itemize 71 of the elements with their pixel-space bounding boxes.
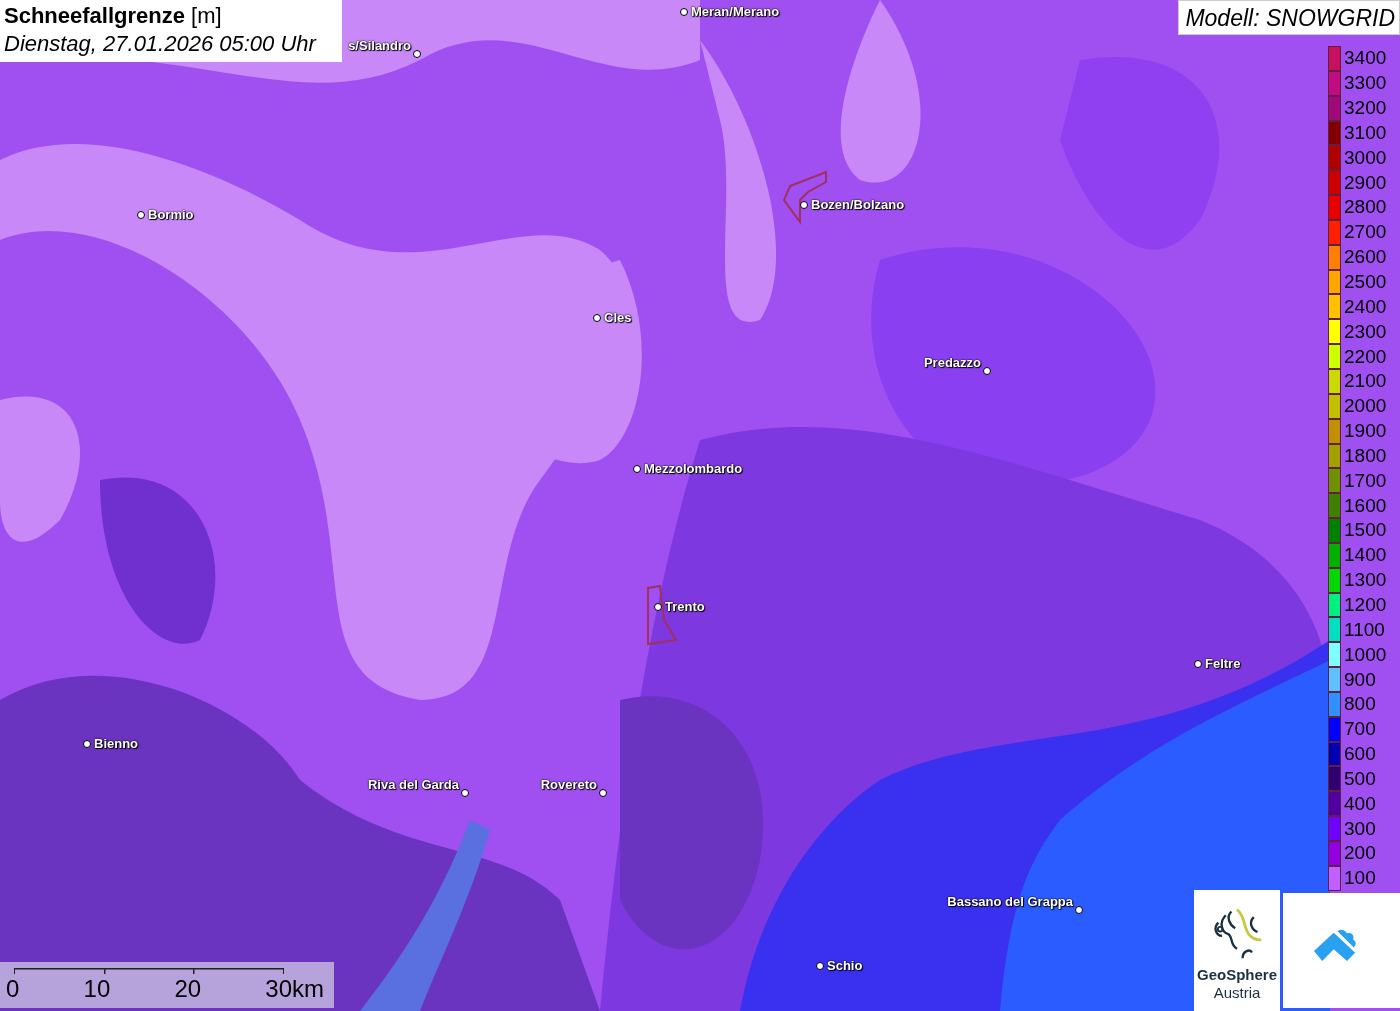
legend-label: 3100 <box>1343 122 1387 143</box>
city-label: Trento <box>665 599 705 614</box>
legend-label: 600 <box>1343 744 1376 765</box>
city-marker <box>680 8 688 16</box>
legend-label: 1500 <box>1343 520 1387 541</box>
city-marker <box>654 603 662 611</box>
city-marker <box>413 50 421 58</box>
map-title: Schneefallgrenze [m] <box>4 2 223 30</box>
legend-label: 1200 <box>1343 595 1387 615</box>
model-label: Modell: SNOWGRID <box>1178 0 1400 35</box>
legend-label: 2700 <box>1343 222 1387 243</box>
legend-label: 800 <box>1343 694 1376 715</box>
city-marker <box>800 201 808 209</box>
legend-label: 3400 <box>1343 48 1387 69</box>
city-marker <box>599 789 607 797</box>
city-marker <box>633 465 641 473</box>
legend-label: 1900 <box>1343 421 1387 442</box>
legend-label: 2000 <box>1343 396 1387 417</box>
city-label: Bozen/Bolzano <box>811 197 905 212</box>
city-marker <box>1194 660 1202 668</box>
legend-label: 1400 <box>1343 545 1387 566</box>
city-marker <box>593 314 601 322</box>
legend-label: 500 <box>1343 768 1376 789</box>
scale-label: 30km <box>265 974 324 1004</box>
city-marker <box>816 962 824 970</box>
forecast-datetime: Dienstag, 27.01.2026 05:00 Uhr <box>4 30 318 58</box>
city-label: Meran/Merano <box>691 4 780 19</box>
legend-label: 3200 <box>1343 98 1387 119</box>
city-marker <box>1075 906 1083 914</box>
legend-label: 900 <box>1343 669 1376 690</box>
scale-label: 20 <box>174 974 202 1004</box>
legend-label: 1800 <box>1343 445 1387 466</box>
legend-label: 2600 <box>1343 247 1387 268</box>
city-label: Mezzolombardo <box>644 461 743 476</box>
logo-text: Austria <box>1213 984 1261 1002</box>
legend-label: 1300 <box>1343 570 1387 591</box>
city-label: Bienno <box>94 736 139 751</box>
city-label: Rovereto <box>540 777 597 792</box>
scale-label: 0 <box>6 974 20 1004</box>
city-label: Schio <box>827 958 863 973</box>
city-marker <box>461 789 469 797</box>
legend-label: 700 <box>1343 719 1376 740</box>
city-label: Feltre <box>1205 656 1241 671</box>
legend-label: 1100 <box>1343 619 1385 640</box>
legend-label: 3000 <box>1343 147 1387 168</box>
city-label: Bassano del Grappa <box>947 894 1073 909</box>
city-marker <box>137 211 145 219</box>
city-label: s/Silandro <box>348 38 411 53</box>
scale-label: 10 <box>83 974 111 1004</box>
legend-label: 1000 <box>1343 644 1387 665</box>
legend-label: 300 <box>1343 818 1376 839</box>
legend-label: 400 <box>1343 793 1376 814</box>
city-label: Predazzo <box>923 355 981 370</box>
legend-label: 100 <box>1343 868 1376 889</box>
legend-label: 2800 <box>1343 197 1387 218</box>
legend-label: 2300 <box>1343 321 1387 342</box>
city-marker <box>83 740 91 748</box>
logo-text: GeoSphere <box>1197 966 1277 984</box>
legend-label: 200 <box>1343 843 1376 864</box>
legend-label: 1700 <box>1343 470 1387 491</box>
city-marker <box>983 367 991 375</box>
legend-label: 3300 <box>1343 73 1387 94</box>
city-label: Bormio <box>148 207 194 222</box>
legend-label: 2500 <box>1343 272 1387 292</box>
legend-label: 2900 <box>1343 172 1387 193</box>
city-label: Riva del Garda <box>367 777 459 792</box>
city-label: Cles <box>604 310 632 325</box>
legend-label: 2100 <box>1343 371 1387 392</box>
legend-label: 1600 <box>1343 495 1387 516</box>
legend-label: 2200 <box>1343 346 1387 367</box>
legend-label: 2400 <box>1343 296 1387 317</box>
